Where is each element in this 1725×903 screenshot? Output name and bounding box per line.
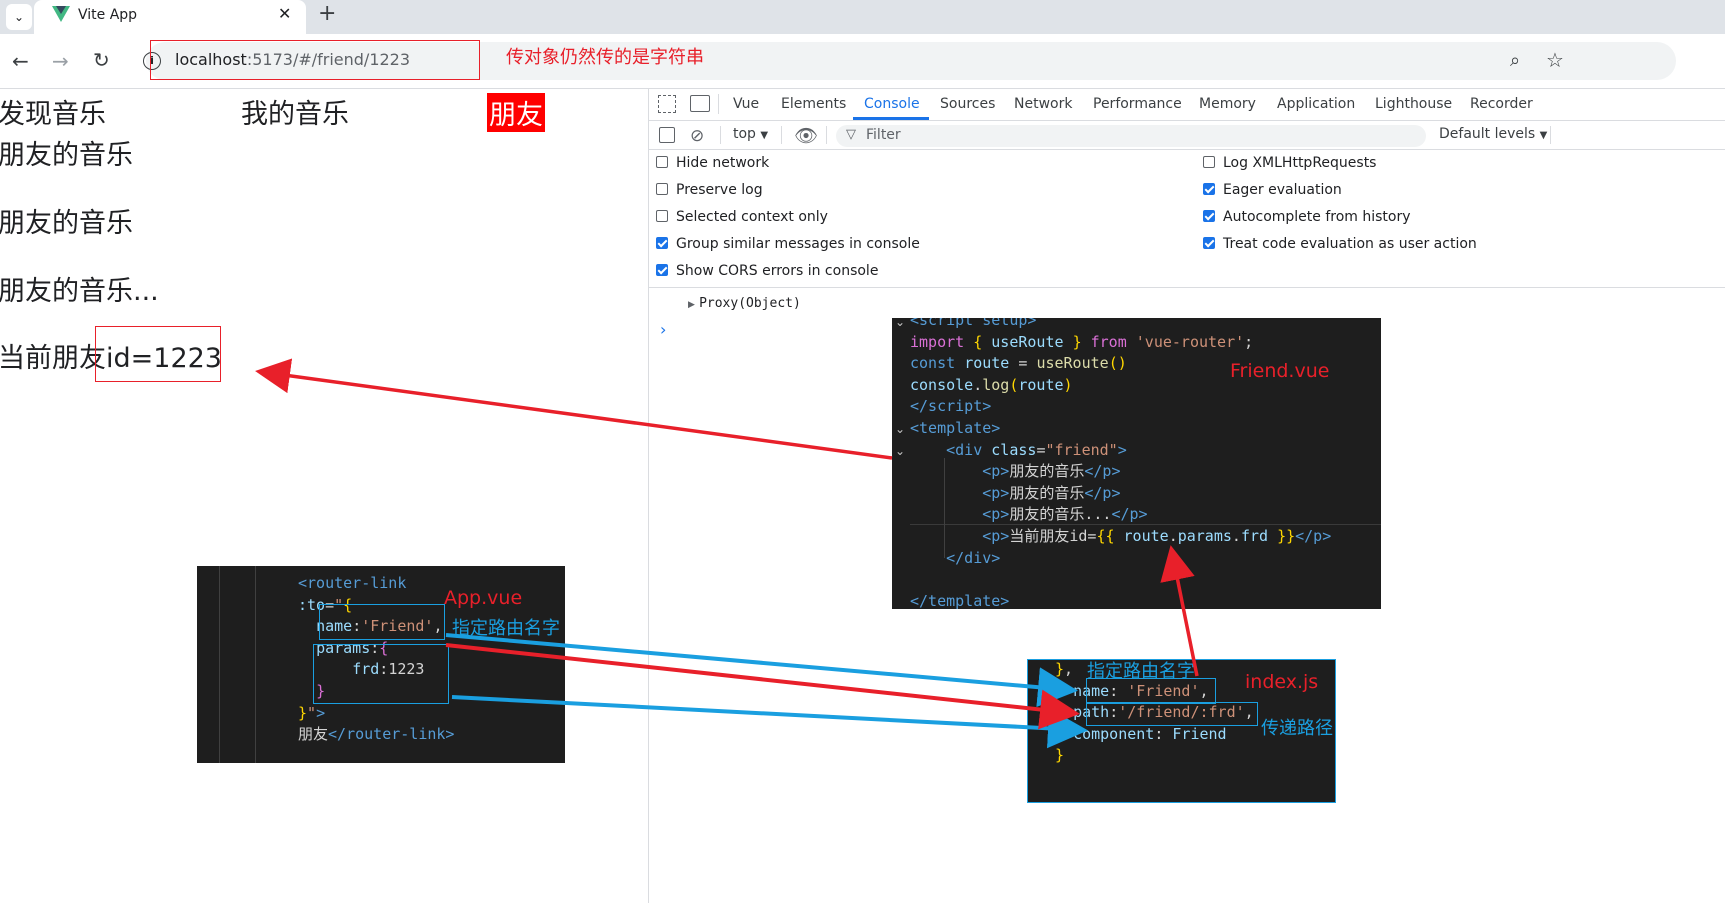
tab-search-button[interactable]: ⌄ — [6, 4, 32, 30]
checkbox-preserve-log[interactable] — [656, 183, 668, 195]
filter-placeholder: Filter — [866, 127, 901, 143]
checkbox-hide-network[interactable] — [656, 156, 668, 168]
indent-guide-1 — [219, 566, 220, 763]
tab-application[interactable]: Application — [1277, 96, 1355, 112]
toolbar-divider-3 — [826, 126, 827, 144]
option-hide-network[interactable]: Hide network — [656, 150, 920, 177]
friend-vue-label: Friend.vue — [1230, 360, 1330, 382]
indent-guide — [944, 458, 945, 558]
option-eager-evaluation[interactable]: Eager evaluation — [1203, 177, 1477, 204]
nav-link-friend-active[interactable]: 朋友 — [487, 93, 545, 132]
browser-tab[interactable]: Vite App ✕ — [34, 0, 306, 34]
current-line-highlight — [910, 524, 1381, 525]
live-expression-eye-icon[interactable]: 👁 — [794, 124, 818, 147]
tab-performance[interactable]: Performance — [1093, 96, 1182, 112]
console-prompt-icon[interactable]: › — [660, 320, 666, 339]
option-selected-context-only[interactable]: Selected context only — [656, 204, 920, 231]
paragraph-2: 朋友的音乐 — [0, 208, 133, 239]
tab-console[interactable]: Console — [864, 96, 920, 112]
tab-memory[interactable]: Memory — [1199, 96, 1256, 112]
route-name-note-app: 指定路由名字 — [452, 618, 560, 639]
sidebar-toggle-icon[interactable] — [659, 127, 675, 143]
log-levels-value: Default levels — [1439, 126, 1536, 142]
close-icon[interactable]: ✕ — [278, 4, 291, 23]
fold-icon-3[interactable]: ⌄ — [895, 444, 905, 458]
console-settings-left: Hide network Preserve log Selected conte… — [656, 150, 920, 285]
caret-down-icon: ▼ — [760, 130, 769, 141]
settings-divider — [648, 287, 1725, 288]
option-treat-eval-user-action[interactable]: Treat code evaluation as user action — [1203, 231, 1477, 258]
log-value: Proxy(Object) — [699, 296, 801, 311]
context-selector[interactable]: top ▼ — [733, 126, 768, 142]
new-tab-icon[interactable]: + — [318, 1, 336, 26]
index-js-label: index.js — [1245, 671, 1319, 693]
toolbar-divider-1 — [720, 126, 721, 144]
nav-link-my-music[interactable]: 我的音乐 — [241, 92, 349, 131]
paragraph-1: 朋友的音乐 — [0, 140, 133, 171]
fold-icon-2[interactable]: ⌄ — [895, 422, 905, 436]
paragraph-3: 朋友的音乐... — [0, 276, 159, 307]
checkbox-selected-context-only[interactable] — [656, 210, 668, 222]
inspect-element-icon[interactable] — [658, 95, 676, 113]
option-show-cors-errors[interactable]: Show CORS errors in console — [656, 258, 920, 285]
expand-triangle-icon[interactable]: ▶ — [688, 300, 695, 310]
tab-network[interactable]: Network — [1014, 96, 1072, 112]
back-icon[interactable]: ← — [12, 49, 29, 73]
filter-funnel-icon: ▽ — [846, 127, 856, 142]
params-highlight-box — [313, 644, 449, 704]
toolbar-divider-2 — [781, 126, 782, 144]
vue-logo-icon — [52, 6, 70, 22]
name-highlight-box — [319, 604, 445, 640]
url-annotation: 传对象仍然传的是字符串 — [506, 47, 704, 68]
tab-console-underline — [853, 117, 929, 120]
context-selector-value: top — [733, 126, 756, 142]
tab-sources[interactable]: Sources — [940, 96, 995, 112]
index-path-box — [1086, 702, 1258, 726]
fold-icon-1[interactable]: ⌄ — [895, 318, 905, 329]
option-preserve-log[interactable]: Preserve log — [656, 177, 920, 204]
tabbar-divider — [718, 94, 719, 114]
zoom-icon[interactable]: ⌕ — [1510, 50, 1520, 71]
checkbox-autocomplete-history[interactable] — [1203, 210, 1215, 222]
reload-icon[interactable]: ↻ — [93, 48, 110, 72]
checkbox-eager-evaluation[interactable] — [1203, 183, 1215, 195]
app-vue-label: App.vue — [444, 587, 523, 609]
id-highlight-box — [95, 326, 221, 382]
console-settings-right: Log XMLHttpRequests Eager evaluation Aut… — [1203, 150, 1477, 258]
option-log-xhr[interactable]: Log XMLHttpRequests — [1203, 150, 1477, 177]
log-levels-selector[interactable]: Default levels ▼ — [1439, 126, 1547, 142]
checkbox-group-similar[interactable] — [656, 237, 668, 249]
tab-vue[interactable]: Vue — [733, 96, 759, 112]
tab-recorder[interactable]: Recorder — [1470, 96, 1533, 112]
clear-console-icon[interactable]: ⊘ — [690, 126, 704, 146]
current-friend-prefix: 当前朋友 — [0, 343, 106, 374]
tab-title: Vite App — [78, 7, 138, 23]
filter-input[interactable]: ▽ Filter — [836, 125, 1426, 147]
checkbox-treat-eval-user-action[interactable] — [1203, 237, 1215, 249]
tab-elements[interactable]: Elements — [781, 96, 846, 112]
option-autocomplete-history[interactable]: Autocomplete from history — [1203, 204, 1477, 231]
console-log-entry[interactable]: ▶ Proxy(Object) — [688, 296, 801, 311]
route-name-note-index: 指定路由名字 — [1087, 661, 1195, 682]
checkbox-show-cors-errors[interactable] — [656, 264, 668, 276]
indent-guide-2 — [255, 566, 256, 763]
path-note: 传递路径 — [1261, 718, 1333, 739]
bookmark-star-icon[interactable]: ☆ — [1546, 48, 1564, 72]
nav-link-discover[interactable]: 发现音乐 — [0, 92, 106, 131]
url-highlight-box — [150, 40, 480, 80]
caret-down-icon: ▼ — [1539, 130, 1548, 141]
tab-lighthouse[interactable]: Lighthouse — [1375, 96, 1452, 112]
chevron-down-icon: ⌄ — [13, 10, 25, 24]
toolbar-divider-4 — [1550, 126, 1551, 144]
checkbox-log-xhr[interactable] — [1203, 156, 1215, 168]
device-toolbar-icon[interactable] — [690, 95, 710, 112]
forward-icon[interactable]: → — [52, 49, 69, 73]
option-group-similar[interactable]: Group similar messages in console — [656, 231, 920, 258]
